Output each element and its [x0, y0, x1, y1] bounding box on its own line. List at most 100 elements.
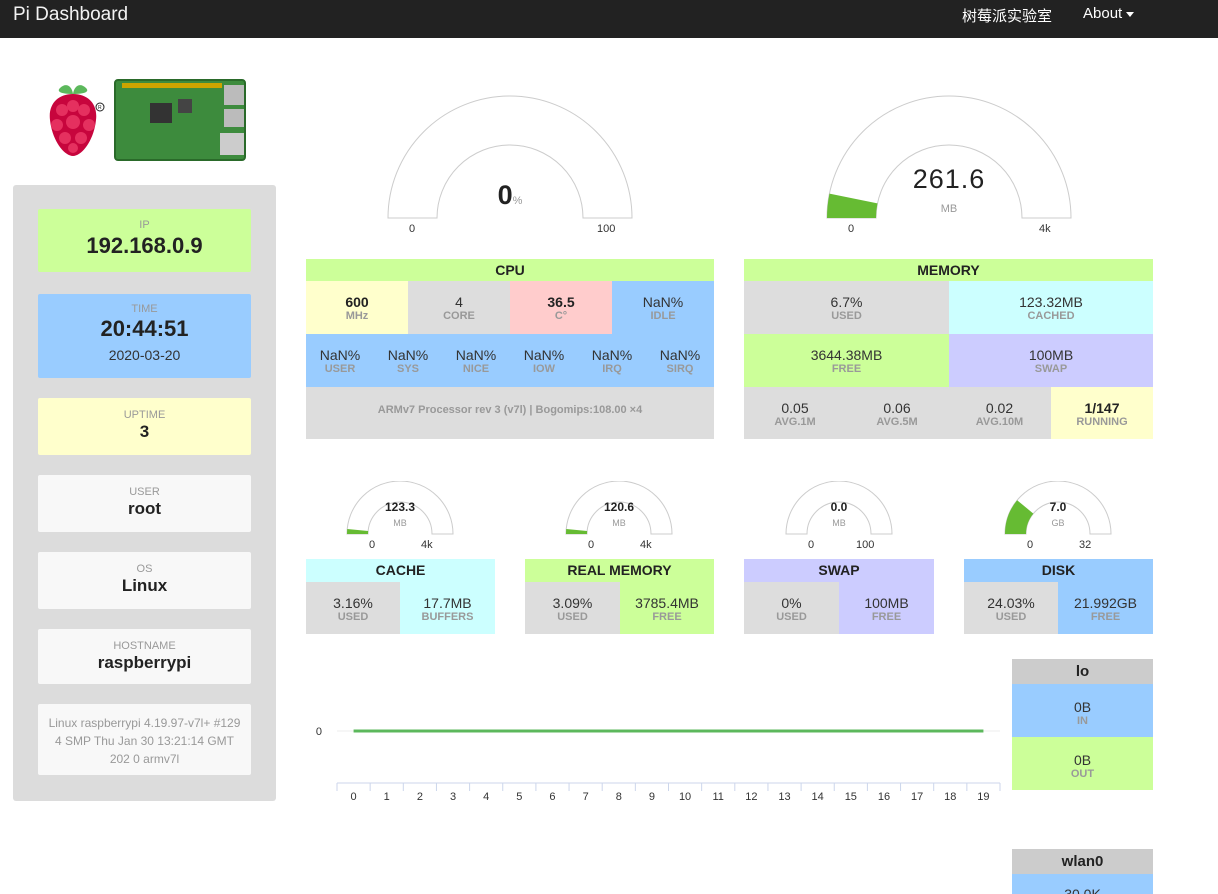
x-tick-label: 12: [745, 791, 757, 803]
memory-free-value: 3644.38MB: [810, 347, 883, 363]
net-wlan0-in-value: 30.0K: [1064, 886, 1101, 894]
disk-free-value: 21.992GB: [1073, 595, 1138, 611]
memory-gauge-unit: MB: [940, 203, 958, 215]
cpu-sys-label: SYS: [396, 363, 419, 375]
cpu-stats-row: NaN% USER NaN% SYS NaN% NICE NaN% IOW NaN% IR…: [306, 334, 714, 387]
x-tick-label: 10: [679, 791, 691, 803]
cpu-freq-cell: 600 MHz: [306, 281, 408, 334]
memory-swap-label: SWAP: [1034, 363, 1068, 375]
load-avg5-value: 0.06: [883, 400, 911, 416]
real-memory-gauge-min: 0: [588, 539, 595, 551]
user-value: root: [127, 499, 162, 518]
cache-used-label: USED: [337, 611, 369, 623]
swap-free-label: FREE: [871, 611, 902, 623]
os-label: OS: [136, 563, 153, 575]
kernel-info: Linux raspberrypi 4.19.97-v7l+ #129 4 SM…: [38, 704, 251, 775]
date-value: 2020-03-20: [108, 347, 181, 363]
x-tick-label: 9: [649, 791, 655, 803]
time-card: TIME 20:44:51 2020-03-20: [38, 294, 251, 378]
swap-title: SWAP: [744, 559, 934, 582]
memory-gauge-max: 4k: [1039, 223, 1051, 235]
time-label: TIME: [131, 303, 158, 315]
x-tick-label: 11: [713, 791, 724, 803]
running-cell: 1/147 RUNNING: [1051, 387, 1153, 439]
memory-free-cell: 3644.38MB FREE: [744, 334, 949, 387]
net-lo-in-cell: 0B IN: [1012, 684, 1153, 737]
x-tick-label: 13: [778, 791, 790, 803]
swap-free-value: 100MB: [864, 595, 909, 611]
x-tick-label: 2: [417, 791, 423, 803]
cpu-core-label: CORE: [443, 310, 475, 322]
real-memory-gauge-max: 4k: [640, 539, 652, 551]
x-tick-label: 4: [483, 791, 489, 803]
memory-gauge-min: 0: [848, 223, 855, 235]
cpu-sirq-cell: NaN% SIRQ: [646, 334, 714, 387]
x-tick-label: 3: [450, 791, 456, 803]
brand-title[interactable]: Pi Dashboard: [13, 4, 128, 26]
cpu-gauge-readout: 0%: [460, 180, 560, 211]
load-avg5-label: AVG.5M: [876, 416, 918, 428]
hostname-label: HOSTNAME: [113, 640, 176, 652]
svg-text:R: R: [98, 105, 102, 111]
cpu-irq-label: IRQ: [602, 363, 622, 375]
running-value: 1/147: [1084, 400, 1120, 416]
disk-used-value: 24.03%: [987, 595, 1035, 611]
load-avg1-label: AVG.1M: [774, 416, 816, 428]
memory-gauge-value: 261.6: [912, 164, 986, 194]
load-avg1-value: 0.05: [781, 400, 809, 416]
disk-gauge-max: 32: [1079, 539, 1092, 551]
memory-cached-value: 123.32MB: [1019, 294, 1083, 310]
net-lo-out-label: OUT: [1070, 768, 1095, 780]
net-lo-out-value: 0B: [1073, 752, 1092, 768]
real-memory-used-value: 3.09%: [552, 595, 593, 611]
memory-gauge: [825, 94, 1073, 220]
real-memory-free-label: FREE: [652, 611, 682, 623]
cpu-title: CPU: [306, 259, 714, 281]
cpu-sys-value: NaN%: [387, 347, 429, 363]
x-tick-label: 8: [616, 791, 622, 803]
cpu-core-value: 4: [455, 294, 463, 310]
cpu-core-cell: 4 CORE: [408, 281, 510, 334]
network-chart: 00 1 2 3 4 5 6 7 8 9 10 11 12 13 14 15 16 17 18 19: [316, 726, 1001, 803]
memory-used-cell: 6.7% USED: [744, 281, 949, 334]
swap-free-cell: 100MB FREE: [839, 582, 934, 634]
hostname-value: raspberrypi: [97, 653, 192, 672]
cpu-freq-label: MHz: [345, 310, 369, 322]
hostname-card: HOSTNAME raspberrypi: [38, 629, 251, 684]
load-avg10-value: 0.02: [985, 400, 1014, 416]
cache-title: CACHE: [306, 559, 495, 582]
disk-gauge-value: 7.0: [1049, 500, 1067, 514]
swap-used-value: 0%: [781, 595, 802, 611]
ip-value: 192.168.0.9: [86, 233, 203, 258]
net-wlan0-title: wlan0: [1012, 849, 1153, 874]
running-label: RUNNING: [1076, 416, 1128, 428]
memory-swap-value: 100MB: [1028, 347, 1074, 363]
disk-gauge-min: 0: [1027, 539, 1034, 551]
real-memory-gauge-unit: MB: [612, 518, 626, 528]
caret-down-icon: [1126, 11, 1135, 17]
raspberry-pi-logo: R: [49, 85, 105, 156]
real-memory-free-value: 3785.4MB: [635, 595, 699, 611]
cpu-gauge-min: 0: [409, 223, 416, 235]
cpu-nice-cell: NaN% NICE: [442, 334, 510, 387]
load-avg10-cell: 0.02 AVG.10M: [948, 387, 1051, 439]
disk-free-cell: 21.992GB FREE: [1058, 582, 1153, 634]
load-avg5-cell: 0.06 AVG.5M: [846, 387, 948, 439]
cpu-sys-cell: NaN% SYS: [374, 334, 442, 387]
cpu-iow-cell: NaN% IOW: [510, 334, 578, 387]
x-tick-label: 16: [878, 791, 890, 803]
x-tick-label: 19: [977, 791, 989, 803]
load-avg1-cell: 0.05 AVG.1M: [744, 387, 846, 439]
ip-label: IP: [139, 219, 150, 231]
cpu-sirq-value: NaN%: [659, 347, 701, 363]
cpu-freq-value: 600: [345, 294, 369, 310]
nav-about-menu[interactable]: About: [1083, 5, 1135, 22]
nav-lab-link[interactable]: 树莓派实验室: [962, 5, 1052, 26]
cpu-iow-label: IOW: [533, 363, 555, 375]
x-tick-label: 17: [911, 791, 923, 803]
x-tick-label: 1: [384, 791, 390, 803]
x-tick-label: 18: [944, 791, 956, 803]
x-tick-label: 15: [845, 791, 857, 803]
x-tick-label: 0: [351, 791, 357, 803]
cpu-temp-label: C°: [554, 310, 568, 322]
